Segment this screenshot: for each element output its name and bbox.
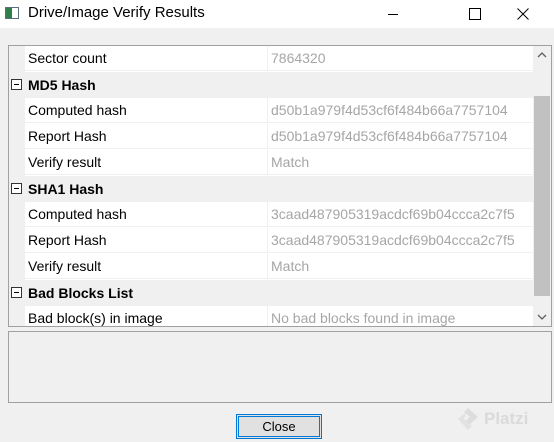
property-name: Report Hash: [25, 124, 268, 149]
row-gutter: [9, 150, 25, 176]
row-gutter: [9, 98, 25, 124]
property-row[interactable]: Computed hash d50b1a979f4d53cf6f484b66a7…: [9, 98, 533, 124]
collapse-minus-icon[interactable]: [11, 79, 22, 90]
property-name: Verify result: [25, 150, 268, 175]
row-gutter: [9, 46, 25, 72]
property-value[interactable]: d50b1a979f4d53cf6f484b66a7757104: [268, 98, 533, 123]
property-row[interactable]: Report Hash 3caad487905319acdcf69b04ccca…: [9, 228, 533, 254]
property-name: Sector count: [25, 46, 268, 71]
collapse-minus-icon[interactable]: [11, 183, 22, 194]
minimize-button[interactable]: [370, 0, 416, 28]
category-name: MD5 Hash: [28, 77, 96, 93]
scrollbar-thumb[interactable]: [534, 96, 550, 296]
title-bar: Drive/Image Verify Results: [0, 0, 554, 28]
category-row[interactable]: MD5 Hash: [9, 72, 533, 98]
window-title: Drive/Image Verify Results: [28, 4, 205, 21]
platzi-watermark: Platzi: [456, 406, 528, 432]
close-button[interactable]: Close: [236, 414, 322, 439]
row-gutter: [9, 124, 25, 150]
description-panel: [8, 331, 552, 403]
maximize-button[interactable]: [452, 0, 498, 28]
category-name: SHA1 Hash: [28, 181, 104, 197]
property-value[interactable]: 7864320: [268, 46, 533, 71]
app-icon: [5, 7, 19, 19]
category-row[interactable]: Bad Blocks List: [9, 280, 533, 306]
row-gutter: [9, 306, 25, 326]
collapse-minus-icon[interactable]: [11, 287, 22, 298]
category-row[interactable]: SHA1 Hash: [9, 176, 533, 202]
property-name: Computed hash: [25, 202, 268, 227]
property-value[interactable]: d50b1a979f4d53cf6f484b66a7757104: [268, 124, 533, 149]
property-row[interactable]: Verify result Match: [9, 150, 533, 176]
row-gutter: [9, 254, 25, 280]
row-gutter: [9, 202, 25, 228]
category-name: Bad Blocks List: [28, 285, 134, 301]
property-row[interactable]: Computed hash 3caad487905319acdcf69b04cc…: [9, 202, 533, 228]
scroll-down-button[interactable]: [533, 308, 551, 326]
property-value[interactable]: Match: [268, 150, 533, 175]
platzi-logo-icon: [458, 408, 478, 430]
property-value[interactable]: 3caad487905319acdcf69b04ccca2c7f5: [268, 228, 533, 253]
row-gutter: [9, 228, 25, 254]
property-grid[interactable]: Sector count 7864320 MD5 Hash Computed h…: [8, 45, 552, 327]
property-row[interactable]: Bad block(s) in image No bad blocks foun…: [9, 306, 533, 326]
maximize-icon: [469, 8, 481, 20]
property-name: Computed hash: [25, 98, 268, 123]
property-value[interactable]: No bad blocks found in image: [268, 306, 533, 326]
vertical-scrollbar[interactable]: [533, 46, 551, 326]
property-name: Report Hash: [25, 228, 268, 253]
property-value[interactable]: 3caad487905319acdcf69b04ccca2c7f5: [268, 202, 533, 227]
property-name: Verify result: [25, 254, 268, 279]
scroll-up-button[interactable]: [533, 46, 551, 64]
close-window-button[interactable]: [500, 0, 546, 28]
chevron-up-icon: [537, 52, 547, 58]
watermark-text: Platzi: [484, 409, 529, 428]
chevron-down-icon: [537, 314, 547, 320]
property-row[interactable]: Verify result Match: [9, 254, 533, 280]
minimize-icon: [388, 14, 398, 15]
property-name: Bad block(s) in image: [25, 306, 268, 326]
property-row[interactable]: Report Hash d50b1a979f4d53cf6f484b66a775…: [9, 124, 533, 150]
property-value[interactable]: Match: [268, 254, 533, 279]
close-icon: [517, 8, 529, 20]
property-row[interactable]: Sector count 7864320: [9, 46, 533, 72]
